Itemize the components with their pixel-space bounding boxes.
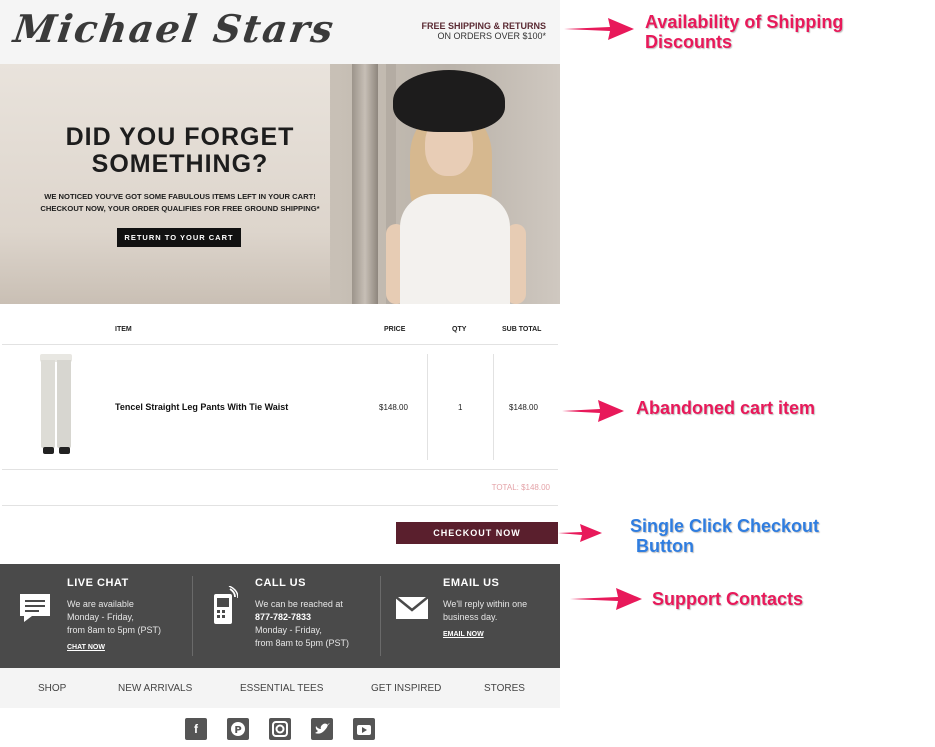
divider [2,505,558,506]
annotation-arrow-support [570,588,642,610]
pinterest-glyph: P [231,722,245,736]
hero-wall [0,64,330,304]
hero-message: WE NOTICED YOU'VE GOT SOME FABULOUS ITEM… [0,191,360,215]
chat-bubble-icon [20,594,50,622]
product-name[interactable]: Tencel Straight Leg Pants With Tie Waist [115,402,288,412]
instagram-icon[interactable] [269,718,291,740]
annotation-checkout: Single Click Checkout Button [630,516,819,556]
hero-title-line-1: DID YOU FORGET [65,123,295,151]
envelope-icon [395,596,429,619]
live-chat-title: LIVE CHAT [67,577,129,589]
column-header-qty: QTY [452,326,467,333]
call-us-line-4: from 8am to 5pm (PST) [255,638,350,648]
call-us-text: We can be reached at 877-782-7833 Monday… [255,598,349,650]
annotation-shipping-line-2: Discounts [645,32,733,52]
twitter-glyph [315,723,330,734]
model-hat [393,70,505,132]
nav-item-stores[interactable]: STORES [484,683,525,694]
live-chat-line-2: Monday - Friday, [67,612,134,622]
hero-title-line-2: SOMETHING? [91,150,269,178]
support-section: LIVE CHAT We are available Monday - Frid… [0,564,560,668]
twitter-icon[interactable] [311,718,333,740]
call-us-title: CALL US [255,577,306,589]
email-us-title: EMAIL US [443,577,500,589]
live-chat-line-1: We are available [67,599,134,609]
column-header-price: PRICE [384,326,406,333]
nav-item-essential-tees[interactable]: ESSENTIAL TEES [240,683,323,694]
call-us-line-3: Monday - Friday, [255,625,322,635]
annotation-cart-item: Abandoned cart item [636,398,816,418]
call-us-block: CALL US We can be reached at 877-782-783… [193,564,380,668]
hero-banner: DID YOU FORGET SOMETHING? WE NOTICED YOU… [0,64,560,304]
email-us-line-1: We'll reply within one [443,599,528,609]
pinterest-icon[interactable]: P [227,718,249,740]
column-header-subtotal: SUB TOTAL [502,326,542,333]
annotation-arrow-checkout [558,524,602,542]
email-us-text: We'll reply within one business day. [443,598,527,624]
cart-total: TOTAL: $148.00 [491,483,550,492]
email-us-block: EMAIL US We'll reply within one business… [381,564,560,668]
annotation-checkout-line-2: Button [636,536,694,556]
hero-message-line-1: WE NOTICED YOU'VE GOT SOME FABULOUS ITEM… [44,192,316,201]
shoe-left [43,447,54,454]
nav-item-shop[interactable]: SHOP [38,683,66,694]
pants-leg-right [57,360,71,448]
brand-logo[interactable]: Michael Stars [11,6,338,51]
column-header-item: ITEM [115,326,132,333]
facebook-icon[interactable]: f [185,718,207,740]
instagram-glyph [272,721,288,737]
annotation-support: Support Contacts [652,589,803,609]
annotation-arrow-cart-item [562,400,624,422]
product-subtotal: $148.00 [509,403,538,412]
model-shirt [400,194,510,304]
phone-icon [214,586,238,624]
annotation-checkout-line-1: Single Click Checkout [630,516,820,536]
return-to-cart-button[interactable]: RETURN TO YOUR CART [117,228,241,247]
annotation-shipping: Availability of Shipping Discounts [645,12,843,52]
call-us-line-1: We can be reached at [255,599,343,609]
checkout-now-button[interactable]: CHECKOUT NOW [396,522,558,544]
divider [2,344,558,345]
support-phone-number[interactable]: 877-782-7833 [255,611,349,624]
pants-leg-left [41,360,55,448]
live-chat-text: We are available Monday - Friday, from 8… [67,598,161,637]
hero-message-line-2: CHECKOUT NOW, YOUR ORDER QUALIFIES FOR F… [40,204,320,213]
email-header: Michael Stars FREE SHIPPING & RETURNS ON… [0,0,560,64]
email-now-link[interactable]: EMAIL NOW [443,631,484,638]
product-price: $148.00 [379,403,408,412]
divider [2,469,558,470]
shipping-notice: FREE SHIPPING & RETURNS ON ORDERS OVER $… [421,21,546,41]
chat-now-link[interactable]: CHAT NOW [67,644,105,651]
youtube-glyph [357,725,371,735]
svg-text:P: P [234,725,241,736]
shipping-notice-title: FREE SHIPPING & RETURNS [421,21,546,31]
nav-item-get-inspired[interactable]: GET INSPIRED [371,683,441,694]
nav-item-new-arrivals[interactable]: NEW ARRIVALS [118,683,192,694]
annotation-arrow-shipping [564,18,634,40]
column-divider [493,354,494,460]
email-us-line-2: business day. [443,612,498,622]
product-image[interactable] [38,354,74,456]
footer-nav: SHOP NEW ARRIVALS ESSENTIAL TEES GET INS… [0,668,560,708]
youtube-icon[interactable] [353,718,375,740]
product-qty: 1 [458,403,463,412]
hero-title: DID YOU FORGET SOMETHING? [0,124,360,178]
live-chat-line-3: from 8am to 5pm (PST) [67,625,162,635]
live-chat-block: LIVE CHAT We are available Monday - Frid… [0,564,192,668]
shipping-notice-subtitle: ON ORDERS OVER $100* [437,31,546,41]
column-divider [427,354,428,460]
email-preview: Michael Stars FREE SHIPPING & RETURNS ON… [0,0,560,746]
hero-pole [352,64,378,304]
shoe-right [59,447,70,454]
annotation-shipping-line-1: Availability of Shipping [645,12,844,32]
